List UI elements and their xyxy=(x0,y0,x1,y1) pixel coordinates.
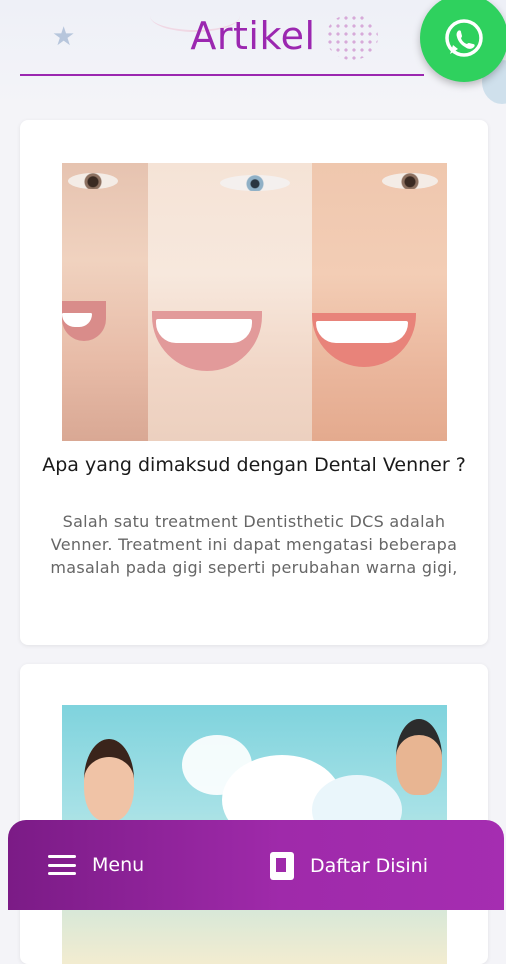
whatsapp-icon xyxy=(445,19,483,57)
article-title[interactable]: Apa yang dimaksud dengan Dental Venner ? xyxy=(40,452,468,478)
face-left xyxy=(62,163,150,441)
menu-label: Menu xyxy=(92,854,145,876)
face-center xyxy=(148,163,312,441)
article-excerpt: Salah satu treatment Dentisthetic DCS ad… xyxy=(50,512,458,577)
person-left xyxy=(84,739,134,821)
face-right xyxy=(312,163,447,441)
register-label: Daftar Disini xyxy=(310,855,428,877)
article-card[interactable]: Apa yang dimaksud dengan Dental Venner ?… xyxy=(20,120,488,645)
bottom-navigation-bar: Menu Daftar Disini xyxy=(8,820,504,910)
article-image xyxy=(62,163,447,441)
person-right xyxy=(396,719,442,795)
article-card[interactable] xyxy=(20,664,488,964)
register-button[interactable]: Daftar Disini xyxy=(270,852,428,880)
hamburger-icon xyxy=(48,855,76,875)
book-icon xyxy=(270,852,294,880)
whatsapp-button[interactable] xyxy=(420,0,506,82)
title-underline xyxy=(20,74,424,76)
menu-button[interactable]: Menu xyxy=(48,854,144,876)
